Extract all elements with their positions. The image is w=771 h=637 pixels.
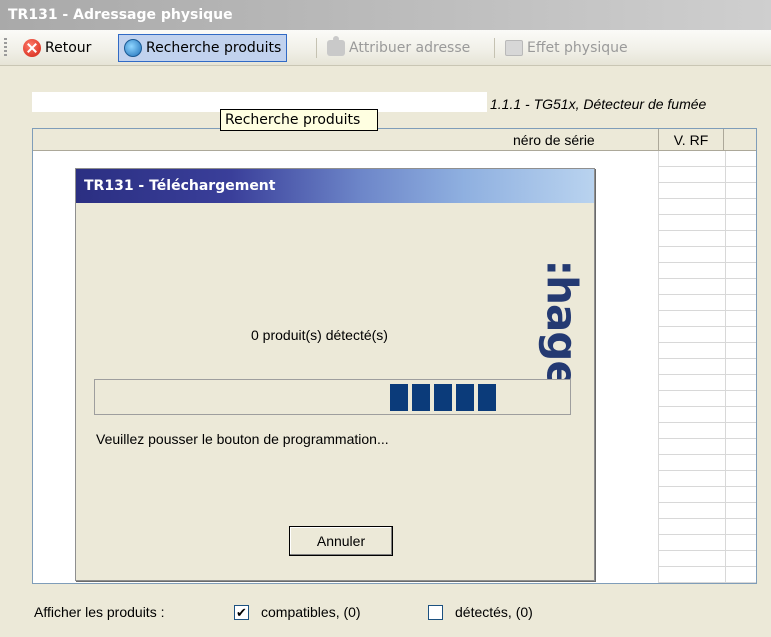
- progress-block: [390, 384, 408, 411]
- toolbar-separator: [316, 38, 317, 58]
- physical-effect-button[interactable]: Effet physique: [500, 34, 633, 62]
- instructions-text: Veuillez pousser le bouton de programmat…: [96, 431, 389, 447]
- show-products-label: Afficher les produits :: [34, 604, 165, 620]
- effect-icon: [505, 40, 523, 56]
- progress-bar: [94, 379, 571, 415]
- dialog-title: TR131 - Téléchargement: [76, 169, 594, 203]
- progress-block: [456, 384, 474, 411]
- progress-block: [412, 384, 430, 411]
- download-dialog: TR131 - Téléchargement :hager 0 produit(…: [75, 168, 595, 581]
- column-serial[interactable]: néro de série: [513, 132, 595, 148]
- assign-address-button[interactable]: Attribuer adresse: [322, 34, 475, 62]
- table-header: néro de série V. RF: [33, 129, 756, 151]
- toolbar-separator: [494, 38, 495, 58]
- device-info: 1.1.1 - TG51x, Détecteur de fumée: [490, 96, 707, 112]
- globe-search-icon: [124, 39, 142, 57]
- window-title: TR131 - Adressage physique: [0, 0, 771, 30]
- puzzle-icon: [327, 36, 345, 56]
- tooltip: Recherche produits: [220, 109, 378, 131]
- toolbar: Retour Recherche produits Attribuer adre…: [0, 30, 771, 66]
- detected-count: 0 produit(s) détecté(s): [251, 327, 388, 343]
- close-icon: [23, 39, 41, 57]
- compatible-checkbox-label: compatibles, (0): [261, 604, 361, 620]
- cancel-button[interactable]: Annuler: [289, 526, 393, 556]
- toolbar-grip[interactable]: [4, 38, 7, 58]
- back-button[interactable]: Retour: [18, 34, 96, 62]
- detected-checkbox-label: détectés, (0): [455, 604, 533, 620]
- table-rows: [658, 151, 756, 583]
- search-products-button[interactable]: Recherche produits: [118, 34, 288, 62]
- detected-checkbox[interactable]: [428, 605, 443, 620]
- column-rf[interactable]: V. RF: [658, 129, 724, 151]
- compatible-checkbox[interactable]: ✔: [234, 605, 249, 620]
- progress-block: [478, 384, 496, 411]
- progress-block: [434, 384, 452, 411]
- main-window: TR131 - Adressage physique Retour Recher…: [0, 0, 771, 637]
